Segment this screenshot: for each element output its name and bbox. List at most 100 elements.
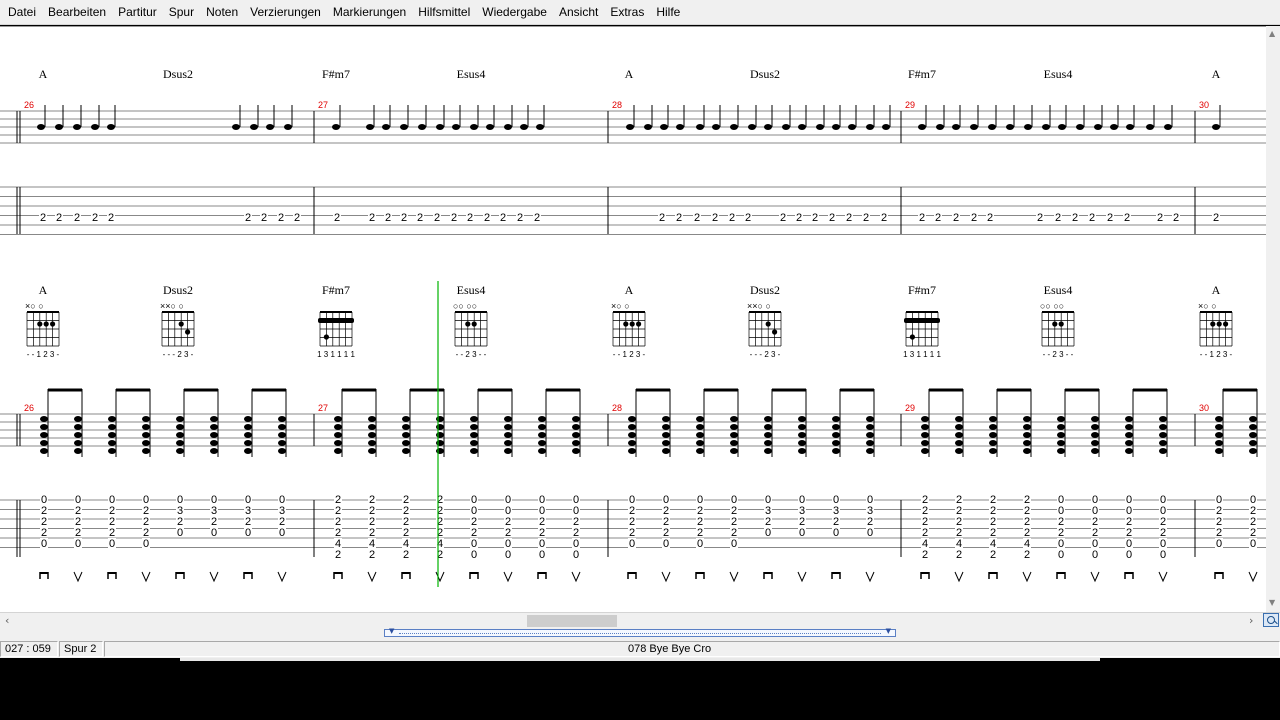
menu-hilfe[interactable]: Hilfe	[650, 0, 686, 25]
menu-partitur[interactable]: Partitur	[112, 0, 163, 25]
scroll-thumb[interactable]	[527, 615, 617, 627]
arrow-left-icon[interactable]: ‹	[5, 613, 9, 629]
upstroke-icon	[141, 571, 151, 583]
track-range-selector[interactable]: ▼ ▼	[384, 627, 896, 637]
note-head	[918, 124, 926, 130]
chord-name: A	[39, 283, 48, 297]
range-start-icon[interactable]: ▼	[389, 627, 394, 635]
magnifier-icon[interactable]	[1263, 613, 1279, 627]
note-head	[210, 440, 218, 446]
downstroke-icon	[696, 572, 704, 574]
note-head	[1159, 440, 1167, 446]
note-head	[470, 424, 478, 430]
measure-number: 29	[905, 403, 915, 413]
tab-fret: 2	[712, 212, 718, 224]
note-head	[436, 416, 444, 422]
tab-fret: 2	[922, 549, 928, 561]
tab-fret: 0	[867, 527, 873, 539]
upstroke-icon	[73, 571, 83, 583]
note-head	[334, 440, 342, 446]
note-head	[402, 424, 410, 430]
note-head	[1249, 424, 1257, 430]
menu-noten[interactable]: Noten	[200, 0, 244, 25]
note-head	[798, 432, 806, 438]
chord-barre	[318, 318, 354, 323]
measure-number: 27	[318, 100, 328, 110]
upstroke-icon	[571, 571, 581, 583]
note-head	[73, 124, 81, 130]
note-head	[142, 432, 150, 438]
note-head	[989, 448, 997, 454]
note-head	[538, 440, 546, 446]
tab-fret: 2	[1072, 212, 1078, 224]
note-head	[955, 440, 963, 446]
note-head	[798, 124, 806, 130]
menu-hilfsmittel[interactable]: Hilfsmittel	[412, 0, 476, 25]
note-head	[798, 440, 806, 446]
note-head	[402, 448, 410, 454]
status-track: Spur 2	[59, 641, 103, 657]
note-head	[1110, 124, 1118, 130]
note-head	[662, 440, 670, 446]
note-head	[452, 124, 460, 130]
note-head	[955, 416, 963, 422]
arrow-down-icon[interactable]: ▼	[1269, 598, 1275, 607]
note-head	[1159, 424, 1167, 430]
tab-fret: 2	[919, 212, 925, 224]
note-head	[382, 124, 390, 130]
menu-spur[interactable]: Spur	[163, 0, 200, 25]
note-head	[142, 448, 150, 454]
note-head	[402, 416, 410, 422]
note-head	[988, 124, 996, 130]
chord-name: F#m7	[322, 283, 350, 297]
note-head	[1249, 432, 1257, 438]
note-head	[1164, 124, 1172, 130]
note-head	[284, 124, 292, 130]
note-head	[244, 440, 252, 446]
upstroke-icon	[435, 571, 445, 583]
vertical-scrollbar[interactable]: ▲ ▼	[1266, 26, 1280, 612]
note-head	[1125, 448, 1133, 454]
menu-extras[interactable]: Extras	[604, 0, 650, 25]
taskbar-edge	[180, 658, 1100, 661]
note-head	[1058, 124, 1066, 130]
note-head	[989, 432, 997, 438]
chord-dot	[1052, 321, 1058, 327]
note-head	[970, 124, 978, 130]
note-head	[764, 424, 772, 430]
chord-dot	[772, 329, 778, 335]
tab-fret: 2	[56, 212, 62, 224]
score-canvas[interactable]: A Dsus2 26 F#m7 Esus4 27 A Dsus2 28 F#m7 Esus4 29 A 3…	[0, 27, 1266, 612]
horizontal-scrollbar[interactable]: ‹ ›	[0, 612, 1280, 628]
downstroke-icon	[628, 572, 636, 574]
score-view[interactable]: A Dsus2 26 F#m7 Esus4 27 A Dsus2 28 F#m7 Esus4 29 A 3…	[0, 26, 1266, 612]
menu-ansicht[interactable]: Ansicht	[553, 0, 604, 25]
chord-name: Esus4	[1044, 283, 1073, 297]
menu-verzierungen[interactable]: Verzierungen	[244, 0, 327, 25]
arrow-right-icon[interactable]: ›	[1249, 613, 1253, 629]
range-end-icon[interactable]: ▼	[886, 627, 891, 635]
tab-fret: 2	[369, 549, 375, 561]
note-head	[74, 416, 82, 422]
arrow-up-icon[interactable]: ▲	[1269, 29, 1275, 38]
chord-name: A	[625, 283, 634, 297]
menu-wiedergabe[interactable]: Wiedergabe	[476, 0, 553, 25]
note-head	[832, 448, 840, 454]
menu-bearbeiten[interactable]: Bearbeiten	[42, 0, 112, 25]
note-head	[764, 440, 772, 446]
note-head	[108, 432, 116, 438]
downstroke-icon	[921, 572, 929, 574]
note-head	[955, 424, 963, 430]
downstroke-icon	[470, 572, 478, 574]
chord-name: A	[625, 67, 634, 81]
note-head	[37, 124, 45, 130]
menu-markierungen[interactable]: Markierungen	[327, 0, 412, 25]
note-head	[210, 424, 218, 430]
note-head	[1023, 448, 1031, 454]
menu-datei[interactable]: Datei	[2, 0, 42, 25]
tab-fret: 0	[279, 527, 285, 539]
measure-number: 30	[1199, 403, 1209, 413]
note-head	[108, 440, 116, 446]
note-head	[989, 424, 997, 430]
tab-fret: 2	[1124, 212, 1130, 224]
